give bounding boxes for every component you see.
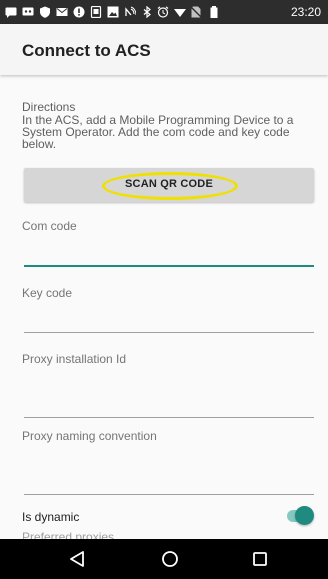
proxy-installation-id-label: Proxy installation Id <box>22 352 127 366</box>
shield-icon <box>40 6 50 18</box>
back-icon[interactable] <box>68 549 88 569</box>
key-code-label: Key code <box>22 286 73 300</box>
key-code-field[interactable] <box>24 332 314 333</box>
alarm-icon <box>157 6 169 18</box>
status-time: 23:20 <box>290 5 321 19</box>
voicemail-icon <box>22 7 34 16</box>
status-bar: 23:20 <box>0 0 328 24</box>
com-code-field[interactable] <box>24 265 314 267</box>
alert-icon <box>73 6 85 18</box>
is-dynamic-toggle[interactable] <box>295 506 314 525</box>
screen: 23:20 Connect to ACS Directions In the A… <box>0 0 328 579</box>
com-code-label: Com code <box>22 219 77 233</box>
wifi-icon <box>174 9 186 17</box>
message-icon <box>5 7 17 18</box>
proxy-installation-id-field[interactable] <box>24 417 314 418</box>
battery-icon <box>210 6 218 18</box>
is-dynamic-label: Is dynamic <box>22 510 80 524</box>
recents-icon[interactable] <box>250 549 270 569</box>
home-icon[interactable] <box>160 549 180 569</box>
navigation-bar <box>0 539 328 579</box>
directions-label: Directions <box>22 100 76 114</box>
directions-text: In the ACS, add a Mobile Programming Dev… <box>22 113 294 151</box>
proxy-naming-convention-field[interactable] <box>24 494 314 495</box>
scan-qr-code-label: SCAN QR CODE <box>125 178 213 190</box>
proxy-naming-convention-label: Proxy naming convention <box>22 429 157 443</box>
image-icon <box>107 6 119 18</box>
app-bar: Connect to ACS <box>0 24 328 75</box>
bluetooth-icon <box>143 6 151 18</box>
scan-qr-code-button[interactable]: SCAN QR CODE <box>24 168 314 202</box>
page-title: Connect to ACS <box>22 41 151 60</box>
nfc-icon <box>125 6 136 16</box>
screenshot-icon <box>90 6 102 18</box>
mail-icon <box>56 8 68 16</box>
no-sim-icon <box>190 6 202 18</box>
